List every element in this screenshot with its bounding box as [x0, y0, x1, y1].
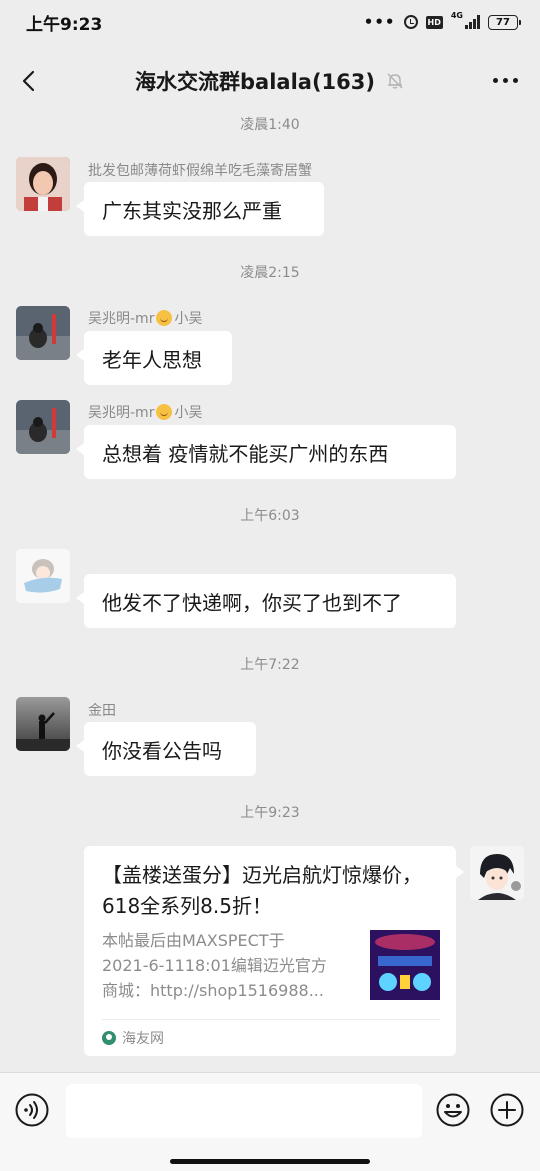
- sender-name-part: 小吴: [174, 311, 203, 327]
- link-thumbnail-image: [370, 930, 440, 1000]
- message-text: 你没看公告吗: [102, 738, 222, 763]
- smiley-emoji-icon: [156, 404, 173, 420]
- cartoon-avatar-icon: [16, 549, 70, 603]
- product-thumbnail-icon: [370, 930, 440, 1000]
- link-source-label: 海友网: [122, 1031, 164, 1047]
- sender-name: 吴兆明-mr 小吴: [88, 402, 202, 422]
- status-time: 上午9:23: [26, 14, 103, 35]
- sender-name: 吴兆明-mr 小吴: [88, 308, 202, 328]
- avatar[interactable]: [16, 549, 70, 603]
- avatar[interactable]: [16, 306, 70, 360]
- silhouette-avatar-icon: [16, 697, 70, 751]
- link-card-body: 本帖最后由MAXSPECT于 2021-6-1118:01编辑迈光官方 商城：h…: [102, 928, 440, 1003]
- alarm-icon: [403, 15, 418, 29]
- message-bubble[interactable]: 总想着 疫情就不能买广州的东西: [76, 425, 456, 479]
- message-bubble[interactable]: 他发不了快递啊，你买了也到不了: [76, 574, 456, 628]
- signal-icon: [465, 15, 480, 29]
- emoji-icon[interactable]: [436, 1093, 470, 1127]
- girl-avatar-icon: [16, 157, 70, 211]
- sender-name: 批发包邮薄荷虾假绵羊吃毛藻寄居蟹: [88, 163, 312, 179]
- avatar[interactable]: [16, 400, 70, 454]
- haiyou-logo-icon: [102, 1031, 116, 1045]
- chat-title: 海水交流群balala(163): [135, 70, 375, 94]
- sender-name: 金田: [88, 703, 116, 719]
- chat-title-group: 海水交流群balala(163): [135, 66, 405, 96]
- chat-header: 海水交流群balala(163): [0, 52, 540, 110]
- battery-icon: 77: [488, 14, 521, 30]
- battery-level: 77: [496, 16, 510, 28]
- bell-muted-icon: [387, 73, 403, 89]
- shared-link-card[interactable]: 【盖楼送蛋分】迈光启航灯惊爆价，618全系列8.5折！ 本帖最后由MAXSPEC…: [84, 846, 464, 1056]
- message-bubble[interactable]: 广东其实没那么严重: [76, 182, 324, 236]
- more-dots-icon[interactable]: [493, 78, 518, 83]
- avatar[interactable]: [16, 697, 70, 751]
- avatar[interactable]: [16, 157, 70, 211]
- status-icons: ••• HD 4G 77: [363, 11, 521, 31]
- message-bubble[interactable]: 老年人思想: [76, 331, 232, 385]
- message-text: 广东其实没那么严重: [102, 198, 282, 223]
- message-text: 总想着 疫情就不能买广州的东西: [102, 441, 389, 466]
- link-card-title: 【盖楼送蛋分】迈光启航灯惊爆价，618全系列8.5折！: [102, 863, 422, 918]
- photo-avatar-icon: [16, 400, 70, 454]
- sender-name-part: 吴兆明-mr: [88, 311, 155, 327]
- timestamp: 上午6:03: [240, 508, 300, 524]
- sender-name-part: 小吴: [174, 405, 203, 421]
- link-card-source: 海友网: [102, 1019, 440, 1056]
- anime-avatar-icon: [470, 846, 524, 900]
- my-avatar[interactable]: [470, 846, 524, 900]
- message-text: 他发不了快递啊，你买了也到不了: [102, 590, 402, 615]
- timestamp: 凌晨1:40: [240, 117, 300, 133]
- hd-icon: HD: [425, 15, 443, 29]
- voice-icon[interactable]: [15, 1093, 49, 1127]
- message-text: 老年人思想: [102, 347, 202, 372]
- home-indicator[interactable]: [170, 1159, 370, 1164]
- message-bubble[interactable]: 你没看公告吗: [76, 722, 256, 776]
- timestamp: 上午9:23: [240, 805, 300, 821]
- photo-avatar-icon: [16, 306, 70, 360]
- smiley-emoji-icon: [156, 310, 173, 326]
- chevron-left-icon[interactable]: [18, 69, 42, 93]
- notification-dots-icon: •••: [363, 13, 396, 31]
- timestamp: 上午7:22: [240, 657, 300, 673]
- message-input[interactable]: [66, 1084, 422, 1138]
- timestamp: 凌晨2:15: [240, 265, 300, 281]
- plus-icon[interactable]: [490, 1093, 524, 1127]
- network-type-label: 4G: [450, 11, 463, 20]
- sender-name-part: 吴兆明-mr: [88, 405, 155, 421]
- status-bar: 上午9:23 ••• HD 4G 77: [0, 0, 540, 44]
- link-card-description: 本帖最后由MAXSPECT于 2021-6-1118:01编辑迈光官方 商城：h…: [102, 931, 327, 1000]
- message-input-bar: [0, 1072, 540, 1171]
